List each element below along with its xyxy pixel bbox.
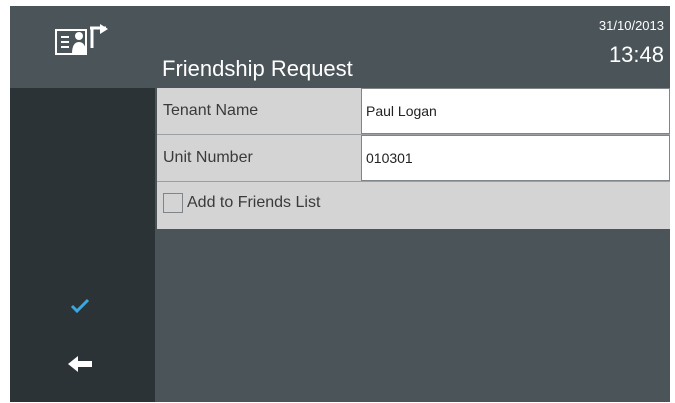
tenant-name-label: Tenant Name [157,88,361,134]
unit-number-field[interactable]: 010301 [361,135,670,181]
add-to-friends-row[interactable]: Add to Friends List [157,182,670,229]
intercom-screen: Friendship Request 31/10/2013 13:48 Tena… [10,6,670,402]
tenant-transfer-icon [55,24,108,55]
add-to-friends-label: Add to Friends List [187,194,321,211]
page-title: Friendship Request [162,56,353,81]
date-display: 31/10/2013 [598,18,664,33]
confirm-button[interactable] [60,288,100,324]
add-to-friends-checkbox[interactable] [163,193,183,213]
unit-number-label: Unit Number [157,135,361,181]
time-display: 13:48 [608,42,664,67]
friendship-form: Tenant Name Paul Logan Unit Number 01030… [157,88,670,229]
check-icon [70,298,90,314]
tenant-name-row: Tenant Name Paul Logan [157,88,670,135]
unit-number-row: Unit Number 010301 [157,135,670,182]
arrow-left-icon [68,356,92,372]
sidebar [10,88,155,402]
tenant-name-field[interactable]: Paul Logan [361,88,670,134]
back-button[interactable] [60,346,100,382]
header-icon-area [10,6,155,88]
header: Friendship Request 31/10/2013 13:48 [10,6,670,88]
